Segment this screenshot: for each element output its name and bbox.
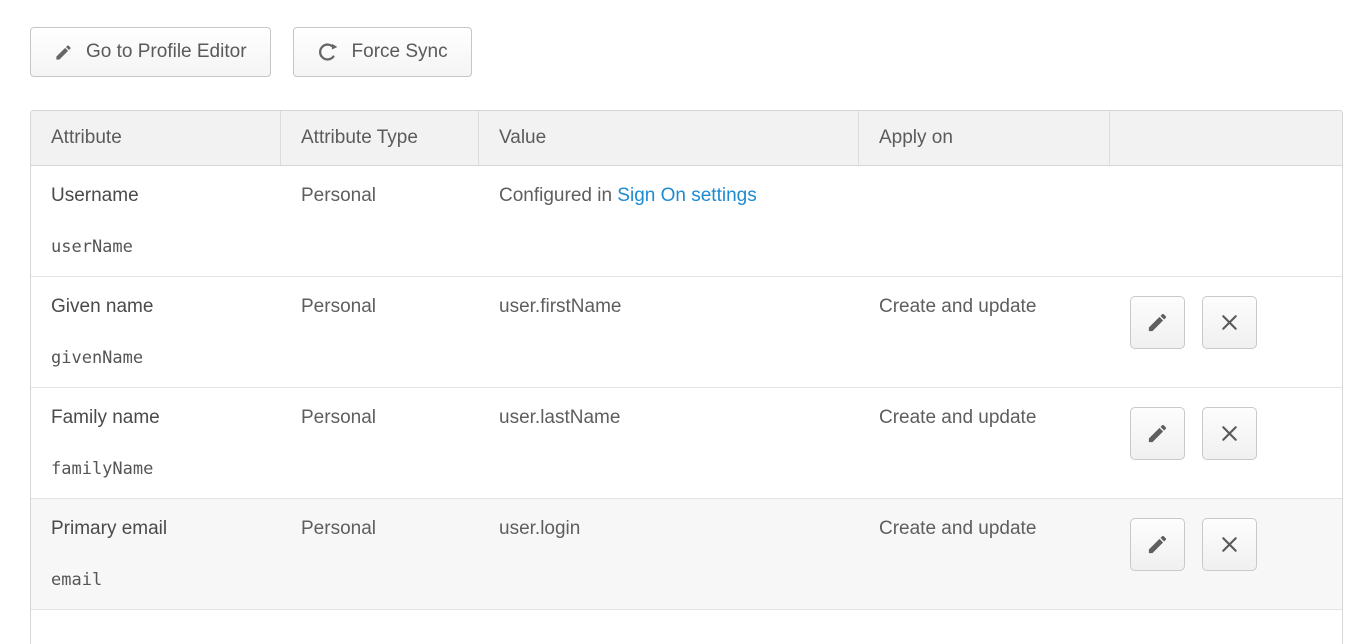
table-row-username: Username userName Personal Configured in… [31,166,1342,277]
attribute-variable-name: userName [51,237,271,257]
close-icon [1218,422,1241,445]
edit-attribute-button[interactable] [1130,296,1185,349]
force-sync-label: Force Sync [352,41,448,63]
attribute-label: Primary email [51,518,271,540]
attribute-variable-name: familyName [51,459,271,479]
toolbar: Go to Profile Editor Force Sync [30,27,472,77]
attribute-type-cell: Personal [281,388,479,498]
value-cell: user.login [479,499,859,609]
attribute-label: Username [51,185,271,207]
remove-attribute-button[interactable] [1202,407,1257,460]
table-row-primary-email: Primary email email Personal user.login … [31,499,1342,610]
attribute-type-cell: Personal [281,277,479,387]
pencil-icon [54,43,73,62]
edit-attribute-button[interactable] [1130,407,1185,460]
attribute-label: Family name [51,407,271,429]
apply-on-cell: Create and update [859,499,1110,609]
remove-attribute-button[interactable] [1202,518,1257,571]
force-sync-button[interactable]: Force Sync [293,27,472,77]
attribute-cell: Primary email email [31,499,281,609]
attribute-type-cell: Personal [281,166,479,276]
value-cell: Configured in Sign On settings [479,166,859,276]
header-attribute-type: Attribute Type [281,111,479,165]
attribute-variable-name: givenName [51,348,271,368]
actions-cell [1110,499,1342,609]
pencil-icon [1146,533,1169,556]
header-value: Value [479,111,859,165]
sync-icon [317,41,339,63]
attribute-type-cell: Personal [281,499,479,609]
apply-on-cell [859,166,1110,276]
apply-on-cell: Create and update [859,277,1110,387]
pencil-icon [1146,311,1169,334]
attribute-cell: Given name givenName [31,277,281,387]
header-actions [1110,111,1342,165]
pencil-icon [1146,422,1169,445]
actions-cell [1110,388,1342,498]
sign-on-settings-link[interactable]: Sign On settings [617,185,756,206]
value-cell: user.lastName [479,388,859,498]
table-next-row-partial [31,610,1342,644]
go-to-profile-editor-label: Go to Profile Editor [86,41,247,63]
table-row-family-name: Family name familyName Personal user.las… [31,388,1342,499]
table-header-row: Attribute Attribute Type Value Apply on [31,111,1342,166]
edit-attribute-button[interactable] [1130,518,1185,571]
header-attribute: Attribute [31,111,281,165]
attribute-mappings-table: Attribute Attribute Type Value Apply on … [30,110,1343,644]
close-icon [1218,311,1241,334]
header-apply-on: Apply on [859,111,1110,165]
actions-cell [1110,166,1342,276]
remove-attribute-button[interactable] [1202,296,1257,349]
attribute-cell: Family name familyName [31,388,281,498]
attribute-cell: Username userName [31,166,281,276]
value-cell: user.firstName [479,277,859,387]
close-icon [1218,533,1241,556]
apply-on-cell: Create and update [859,388,1110,498]
attribute-label: Given name [51,296,271,318]
table-row-given-name: Given name givenName Personal user.first… [31,277,1342,388]
attribute-variable-name: email [51,570,271,590]
value-text: Configured in [499,185,617,206]
go-to-profile-editor-button[interactable]: Go to Profile Editor [30,27,271,77]
actions-cell [1110,277,1342,387]
